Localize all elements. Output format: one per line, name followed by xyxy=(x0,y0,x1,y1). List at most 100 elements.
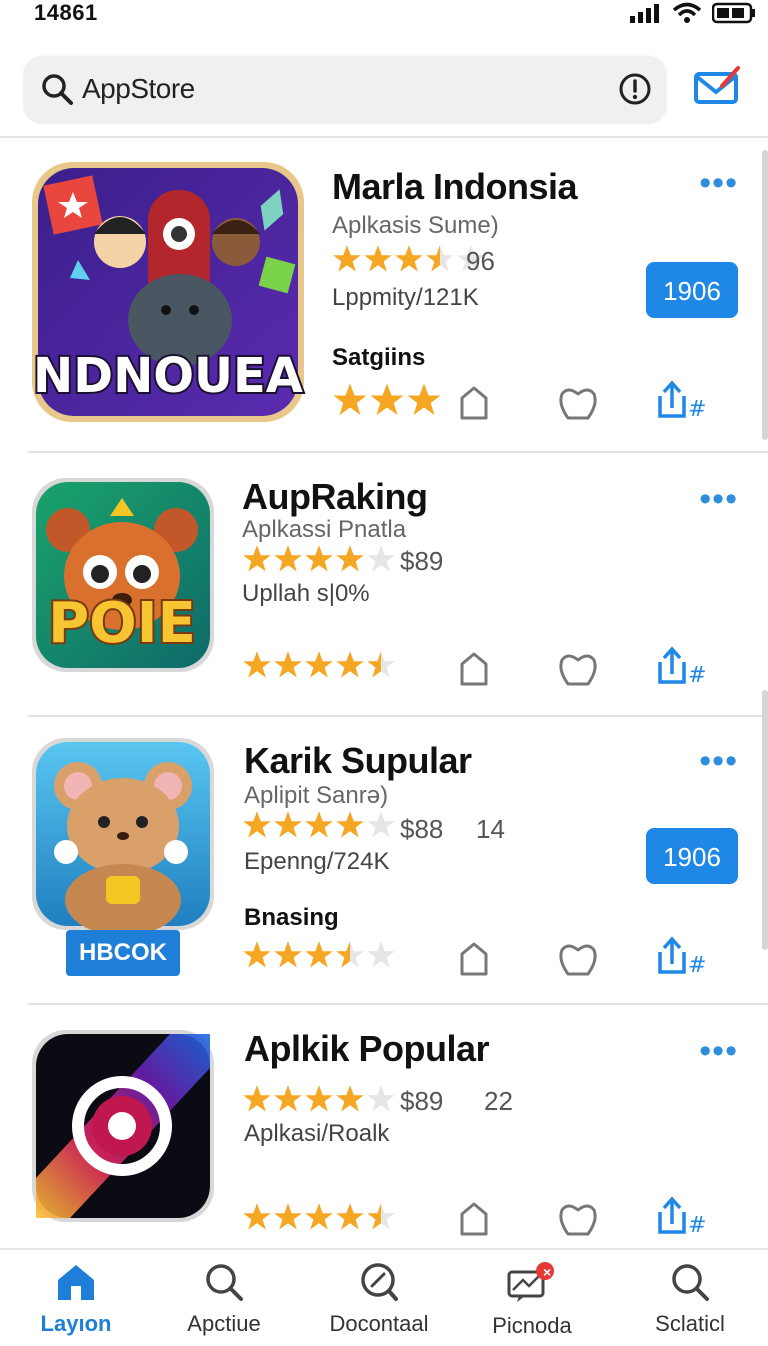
bookmark-icon[interactable] xyxy=(456,384,492,420)
star-icon xyxy=(336,1203,364,1230)
star-icon xyxy=(367,1085,395,1112)
star-icon xyxy=(333,383,367,415)
app-subtitle: Aplipit Sanrǝ) xyxy=(244,782,389,809)
star-icon xyxy=(305,811,333,838)
app-subtitle: Aplkasis Sume) xyxy=(332,212,499,239)
star-icon xyxy=(274,941,302,968)
compose-icon[interactable] xyxy=(692,64,744,108)
tab-search-alt[interactable]: Sclaticl xyxy=(620,1262,760,1337)
star-icon xyxy=(370,383,404,415)
star-icon xyxy=(274,651,302,678)
app-price: $89 xyxy=(400,1086,444,1116)
star-icon xyxy=(367,811,395,838)
heart-icon[interactable] xyxy=(558,1202,598,1236)
star-icon xyxy=(305,941,333,968)
svg-text:#: # xyxy=(688,953,706,976)
app-card[interactable]: HBCOK Karik Supular Aplipit Sanrǝ) $88 1… xyxy=(0,718,768,1004)
star-icon xyxy=(243,941,271,968)
app-icon-logo-text: POIE xyxy=(48,591,196,656)
star-icon xyxy=(336,651,364,678)
get-button[interactable]: 1906 xyxy=(646,262,738,318)
app-card[interactable]: NDNOUEA Marla Indonsia Aplkasis Sume) 96… xyxy=(0,140,768,452)
star-icon xyxy=(274,1085,302,1112)
info-icon[interactable] xyxy=(618,72,652,106)
tab-label: Apctiue xyxy=(187,1311,261,1336)
star-icon xyxy=(364,245,392,272)
search-icon xyxy=(206,1264,243,1301)
heart-icon[interactable] xyxy=(558,652,598,686)
star-icon xyxy=(243,651,271,678)
card-divider xyxy=(28,451,768,453)
section-rating-stars xyxy=(332,382,442,418)
app-icon[interactable]: NDNOUEA xyxy=(30,160,306,424)
more-options-icon[interactable]: ••• xyxy=(699,1034,738,1068)
search-input[interactable]: AppStore xyxy=(82,73,195,105)
app-name[interactable]: Aplkik Popular xyxy=(244,1028,490,1070)
more-options-icon[interactable]: ••• xyxy=(699,744,738,778)
app-price: $88 xyxy=(400,814,444,844)
star-icon xyxy=(305,1085,333,1112)
star-icon xyxy=(305,1203,333,1230)
app-icon[interactable]: POIE xyxy=(30,476,216,674)
star-icon xyxy=(336,545,364,572)
app-icon[interactable] xyxy=(30,736,216,932)
app-name[interactable]: Karik Supular xyxy=(244,740,472,782)
app-meta: Upllah s|0% xyxy=(242,580,370,607)
app-icon[interactable] xyxy=(30,1028,216,1224)
bookmark-icon[interactable] xyxy=(456,940,492,976)
star-icon xyxy=(274,811,302,838)
rating-count: 96 xyxy=(466,246,495,276)
app-meta: Aplkasi/Roalk xyxy=(244,1120,390,1147)
rating-stars xyxy=(242,1084,396,1114)
star-icon xyxy=(243,545,271,572)
star-icon xyxy=(243,1085,271,1112)
section-rating-stars xyxy=(242,940,396,970)
scrollbar[interactable] xyxy=(762,150,768,440)
search-bar[interactable]: AppStore xyxy=(24,56,666,122)
heart-icon[interactable] xyxy=(558,942,598,976)
more-options-icon[interactable]: ••• xyxy=(699,482,738,516)
svg-text:#: # xyxy=(688,1213,706,1236)
share-icon[interactable]: # xyxy=(656,646,706,686)
tab-home[interactable]: Layıon xyxy=(6,1262,146,1337)
search-icon xyxy=(672,1264,709,1301)
section-label: Bnasing xyxy=(244,904,339,931)
app-meta: Epenng/724K xyxy=(244,848,390,875)
section-rating-stars xyxy=(242,1202,396,1232)
scrollbar[interactable] xyxy=(762,690,768,950)
star-icon xyxy=(305,651,333,678)
app-subtitle: Aplkassi Pnatla xyxy=(242,516,407,543)
share-icon[interactable]: # xyxy=(656,1196,706,1236)
star-icon xyxy=(333,245,361,272)
rating-stars xyxy=(242,544,396,574)
status-bar: 14861 xyxy=(0,0,768,30)
app-card[interactable]: POIE AupRaking Aplkassi Pnatla $89 Uplla… xyxy=(0,454,768,716)
bookmark-icon[interactable] xyxy=(456,650,492,686)
tab-search[interactable]: Apctiue xyxy=(154,1262,294,1337)
star-icon xyxy=(407,383,441,415)
section-rating-stars xyxy=(242,650,396,680)
app-name[interactable]: AupRaking xyxy=(242,476,428,518)
home-icon xyxy=(58,1265,94,1300)
app-name[interactable]: Marla Indonsia xyxy=(332,166,578,208)
heart-icon[interactable] xyxy=(558,386,598,420)
app-card[interactable]: Aplkik Popular $89 22 Aplkasi/Roalk ••• … xyxy=(0,1006,768,1246)
more-options-icon[interactable]: ••• xyxy=(699,166,738,200)
app-icon-logo-text: NDNOUEA xyxy=(33,348,303,404)
badge-button[interactable]: HBCOK xyxy=(66,930,180,976)
bookmark-icon[interactable] xyxy=(456,1200,492,1236)
share-icon[interactable]: # xyxy=(656,380,706,420)
bottom-tab-bar: Layıon Apctiue Docontaal × Picnoda Sclat… xyxy=(0,1248,768,1346)
card-divider xyxy=(28,715,768,717)
star-icon xyxy=(243,1203,271,1230)
star-icon xyxy=(336,941,364,968)
tab-discover[interactable]: Docontaal xyxy=(309,1262,449,1337)
tab-messages[interactable]: × Picnoda xyxy=(462,1262,602,1339)
battery-icon xyxy=(712,2,755,24)
tab-label: Docontaal xyxy=(329,1311,429,1336)
share-icon[interactable]: # xyxy=(656,936,706,976)
star-icon xyxy=(426,245,454,272)
star-icon xyxy=(274,545,302,572)
get-button[interactable]: 1906 xyxy=(646,828,738,884)
star-icon xyxy=(367,1203,395,1230)
